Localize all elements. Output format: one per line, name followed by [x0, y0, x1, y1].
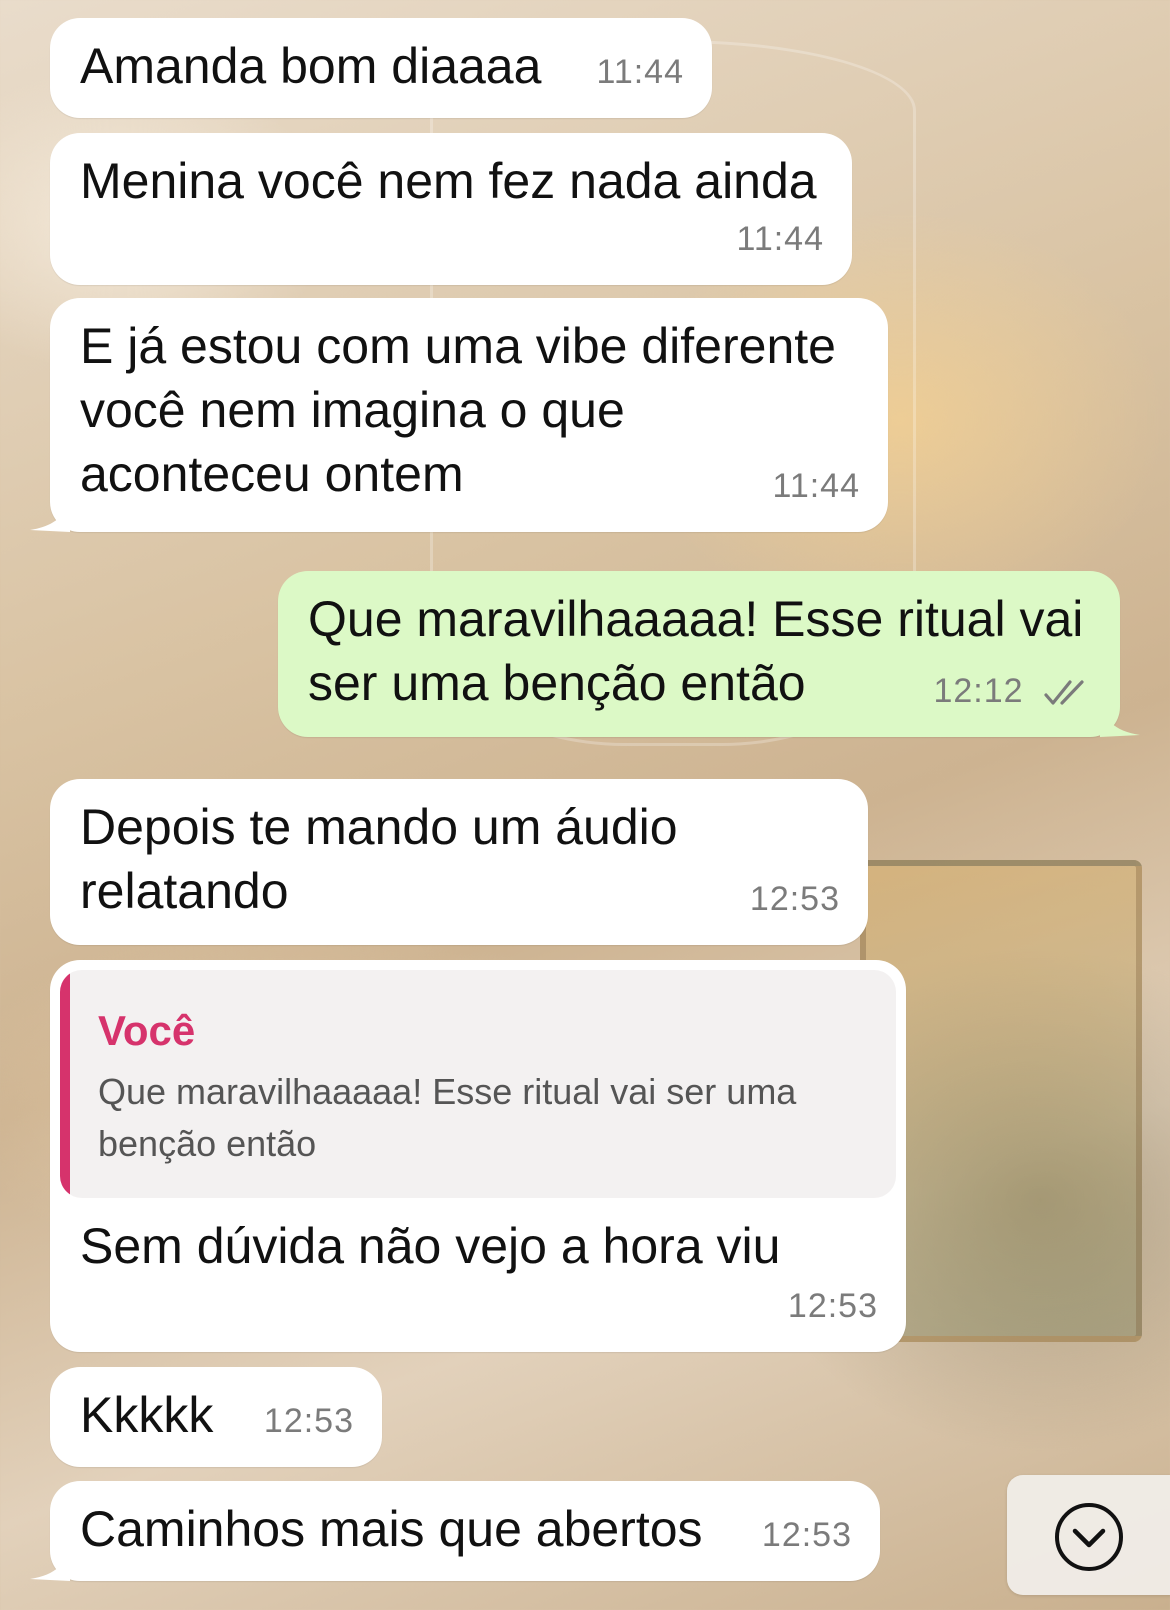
scroll-to-bottom-button[interactable]: [1007, 1475, 1170, 1595]
message-text: Amanda bom diaaaa: [80, 38, 542, 94]
message-time-status: 12:12: [933, 659, 1090, 723]
message-bubble-incoming[interactable]: Amanda bom diaaaa 11:44: [50, 18, 712, 118]
message-time: 12:12: [933, 672, 1024, 710]
message-time: 12:53: [263, 1402, 354, 1440]
message-time: 11:44: [596, 53, 684, 91]
message-text: Menina você nem fez nada ainda: [80, 153, 817, 209]
message-text: Sem dúvida não vejo a hora viu: [80, 1218, 781, 1274]
message-bubble-incoming[interactable]: E já estou com uma vibe diferente você n…: [30, 298, 888, 532]
double-check-icon: [1044, 680, 1084, 705]
message-bubble-incoming[interactable]: Caminhos mais que abertos 12:53: [30, 1481, 880, 1581]
message-time: 12:53: [787, 1287, 878, 1325]
message-time: 12:53: [749, 880, 840, 918]
message-text: Caminhos mais que abertos: [80, 1501, 703, 1557]
message-bubble-incoming[interactable]: Kkkkk 12:53: [50, 1367, 382, 1467]
bubble-tail: [1100, 697, 1140, 737]
bubble-tail: [30, 1541, 70, 1581]
quote-text: Que maravilhaaaaa! Esse ritual vai ser u…: [98, 1071, 797, 1164]
message-time: 11:44: [736, 220, 824, 258]
message-bubble-outgoing[interactable]: Que maravilhaaaaa! Esse ritual vai ser u…: [278, 571, 1140, 737]
message-time: 11:44: [772, 467, 860, 505]
quote-author: Você: [98, 1007, 196, 1054]
message-time: 12:53: [761, 1516, 852, 1554]
message-text: Kkkkk: [80, 1387, 214, 1443]
message-bubble-incoming[interactable]: Menina você nem fez nada ainda 11:44: [50, 133, 852, 285]
quoted-message[interactable]: Você Que maravilhaaaaa! Esse ritual vai …: [60, 970, 896, 1198]
quote-accent-bar: [60, 970, 70, 1198]
message-text: Depois te mando um áudio relatando: [80, 799, 678, 919]
message-bubble-incoming[interactable]: Depois te mando um áudio relatando 12:53: [50, 779, 868, 945]
chevron-down-circle-icon: [1055, 1503, 1123, 1571]
message-bubble-incoming[interactable]: Você Que maravilhaaaaa! Esse ritual vai …: [50, 960, 906, 1352]
message-text: E já estou com uma vibe diferente você n…: [80, 318, 836, 502]
bubble-tail: [30, 492, 70, 532]
